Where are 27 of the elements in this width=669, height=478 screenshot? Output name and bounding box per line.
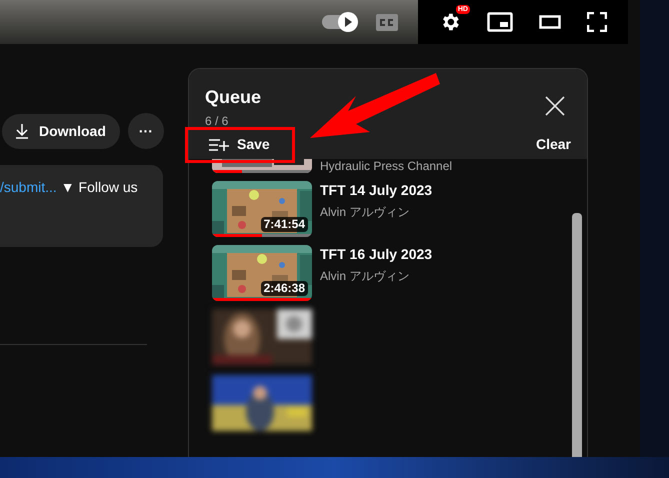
queue-title: Queue [205,86,262,108]
queue-item[interactable]: 2:46:38 TFT 16 July 2023 Alvin アルヴィン [212,241,572,305]
download-button[interactable]: Download [2,114,120,148]
channel-name: Hydraulic Press Channel [320,160,452,172]
queue-item[interactable]: 7:41:54 TFT 14 July 2023 Alvin アルヴィン [212,177,572,241]
scrollbar-thumb[interactable] [572,213,582,457]
video-duration: 2:46:38 [260,281,308,296]
channel-name: Alvin アルヴィン [320,205,410,219]
miniplayer-icon[interactable] [487,12,513,32]
save-button[interactable]: Save [205,134,270,155]
more-button[interactable]: ··· [128,113,164,149]
fullscreen-icon[interactable] [587,12,607,32]
captions-icon[interactable] [376,14,398,30]
theater-mode-icon[interactable] [539,15,561,29]
description-link[interactable]: /submit... [0,177,57,247]
add-to-playlist-icon [209,138,229,150]
close-icon[interactable] [545,96,565,116]
download-icon [15,123,29,139]
autoplay-toggle[interactable] [322,15,356,29]
clear-button[interactable]: Clear [536,134,571,155]
video-title: TFT 14 July 2023 [320,181,432,199]
video-duration: 7:41:54 [260,217,308,232]
video-title: TFT 16 July 2023 [320,245,432,263]
play-icon [344,17,352,27]
queue-position: 6 / 6 [205,113,230,130]
channel-name: Alvin アルヴィン [320,269,410,283]
description-text: ▼ Follow us [60,178,138,197]
